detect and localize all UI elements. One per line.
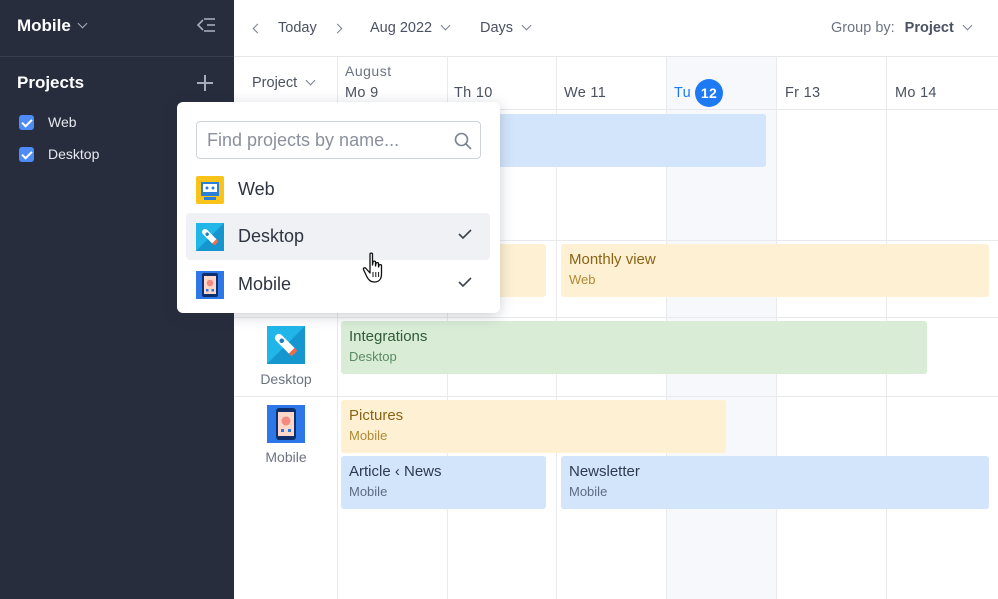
- group-by-label: Group by:: [831, 20, 895, 36]
- sidebar-divider: [0, 56, 234, 57]
- desktop-project-icon: [267, 326, 305, 364]
- row-divider: [234, 396, 998, 397]
- chevron-right-icon: [332, 23, 343, 33]
- add-project-icon[interactable]: [197, 75, 213, 91]
- option-label: Desktop: [238, 226, 305, 246]
- check-icon: [458, 277, 472, 287]
- day-header: We 11: [564, 85, 607, 101]
- group-by-select[interactable]: Group by: Project: [831, 19, 973, 37]
- option-label: Mobile: [238, 274, 292, 294]
- event-title: Article ‹ News: [349, 463, 442, 480]
- event-pictures[interactable]: Pictures Mobile: [341, 400, 726, 453]
- event-project: Web: [569, 272, 596, 287]
- project-search-input[interactable]: [207, 129, 447, 151]
- event-monthly-view[interactable]: Monthly view Web: [561, 244, 989, 297]
- chevron-down-icon: [521, 20, 532, 31]
- project-search[interactable]: [196, 121, 481, 159]
- chevron-down-icon: [440, 20, 451, 31]
- row-label-desktop: Desktop: [260, 371, 312, 387]
- desktop-project-icon: [196, 222, 224, 251]
- event-newsletter[interactable]: Newsletter Mobile: [561, 456, 989, 509]
- sidebar-item-label: Desktop: [48, 146, 100, 162]
- prev-button[interactable]: [252, 19, 263, 37]
- checkbox-checked-icon[interactable]: [19, 146, 34, 162]
- projects-title: Projects: [17, 73, 85, 92]
- project-filter-dropdown: Web Desktop Mobile: [177, 102, 500, 313]
- row-grouping-label: Project: [252, 75, 298, 91]
- dropdown-option-mobile[interactable]: Mobile: [186, 261, 490, 308]
- event-project: Desktop: [349, 349, 397, 364]
- mobile-project-icon: [267, 405, 305, 443]
- period-select[interactable]: Aug 2022: [370, 19, 451, 37]
- month-label: August: [345, 63, 392, 79]
- day-header-today: Tu 12: [674, 79, 723, 107]
- event-title: Integrations: [349, 328, 428, 345]
- chevron-down-icon: [962, 20, 973, 31]
- view-label: Days: [480, 20, 514, 36]
- web-project-icon: [196, 175, 224, 204]
- chevron-left-icon: [252, 23, 263, 33]
- collapse-sidebar-icon[interactable]: [196, 17, 216, 33]
- event-title: Monthly view: [569, 251, 656, 268]
- sidebar-item-web[interactable]: Web: [19, 114, 77, 130]
- toolbar: Today Aug 2022 Days Group by: Project: [234, 0, 998, 57]
- event-project: Mobile: [349, 484, 388, 499]
- dropdown-option-web[interactable]: Web: [186, 166, 490, 213]
- check-icon: [458, 229, 472, 239]
- chevron-down-icon: [77, 18, 88, 29]
- event-project: Mobile: [569, 484, 608, 499]
- checkbox-checked-icon[interactable]: [19, 114, 34, 130]
- search-icon: [454, 132, 472, 150]
- option-label: Web: [238, 179, 275, 199]
- event-article-news[interactable]: Article ‹ News Mobile: [341, 456, 546, 509]
- workspace-switcher[interactable]: Mobile: [17, 16, 88, 36]
- hand-cursor-icon: [362, 252, 383, 283]
- view-select[interactable]: Days: [480, 19, 532, 37]
- row-divider: [234, 317, 998, 318]
- mobile-project-icon: [196, 270, 224, 299]
- today-badge: 12: [694, 79, 723, 107]
- next-button[interactable]: [332, 19, 343, 37]
- day-header: Th 10: [454, 85, 493, 101]
- day-header: Fr 13: [785, 85, 821, 101]
- row-label-mobile: Mobile: [265, 449, 307, 465]
- day-header: Mo 9: [345, 85, 379, 101]
- sidebar-item-desktop[interactable]: Desktop: [19, 146, 99, 162]
- row-grouping-select[interactable]: Project: [252, 75, 316, 91]
- today-button[interactable]: Today: [278, 19, 317, 37]
- event-title: Newsletter: [569, 463, 640, 480]
- workspace-name: Mobile: [17, 16, 71, 35]
- chevron-down-icon: [305, 75, 316, 86]
- event-title: Pictures: [349, 407, 404, 424]
- period-label: Aug 2022: [370, 20, 433, 36]
- group-by-value: Project: [904, 20, 954, 36]
- sidebar-item-label: Web: [48, 114, 77, 130]
- today-weekday: Tu: [674, 85, 691, 101]
- dropdown-option-desktop[interactable]: Desktop: [186, 213, 490, 260]
- day-header: Mo 14: [895, 85, 937, 101]
- event-project: Mobile: [349, 428, 388, 443]
- event-integrations[interactable]: Integrations Desktop: [341, 321, 927, 374]
